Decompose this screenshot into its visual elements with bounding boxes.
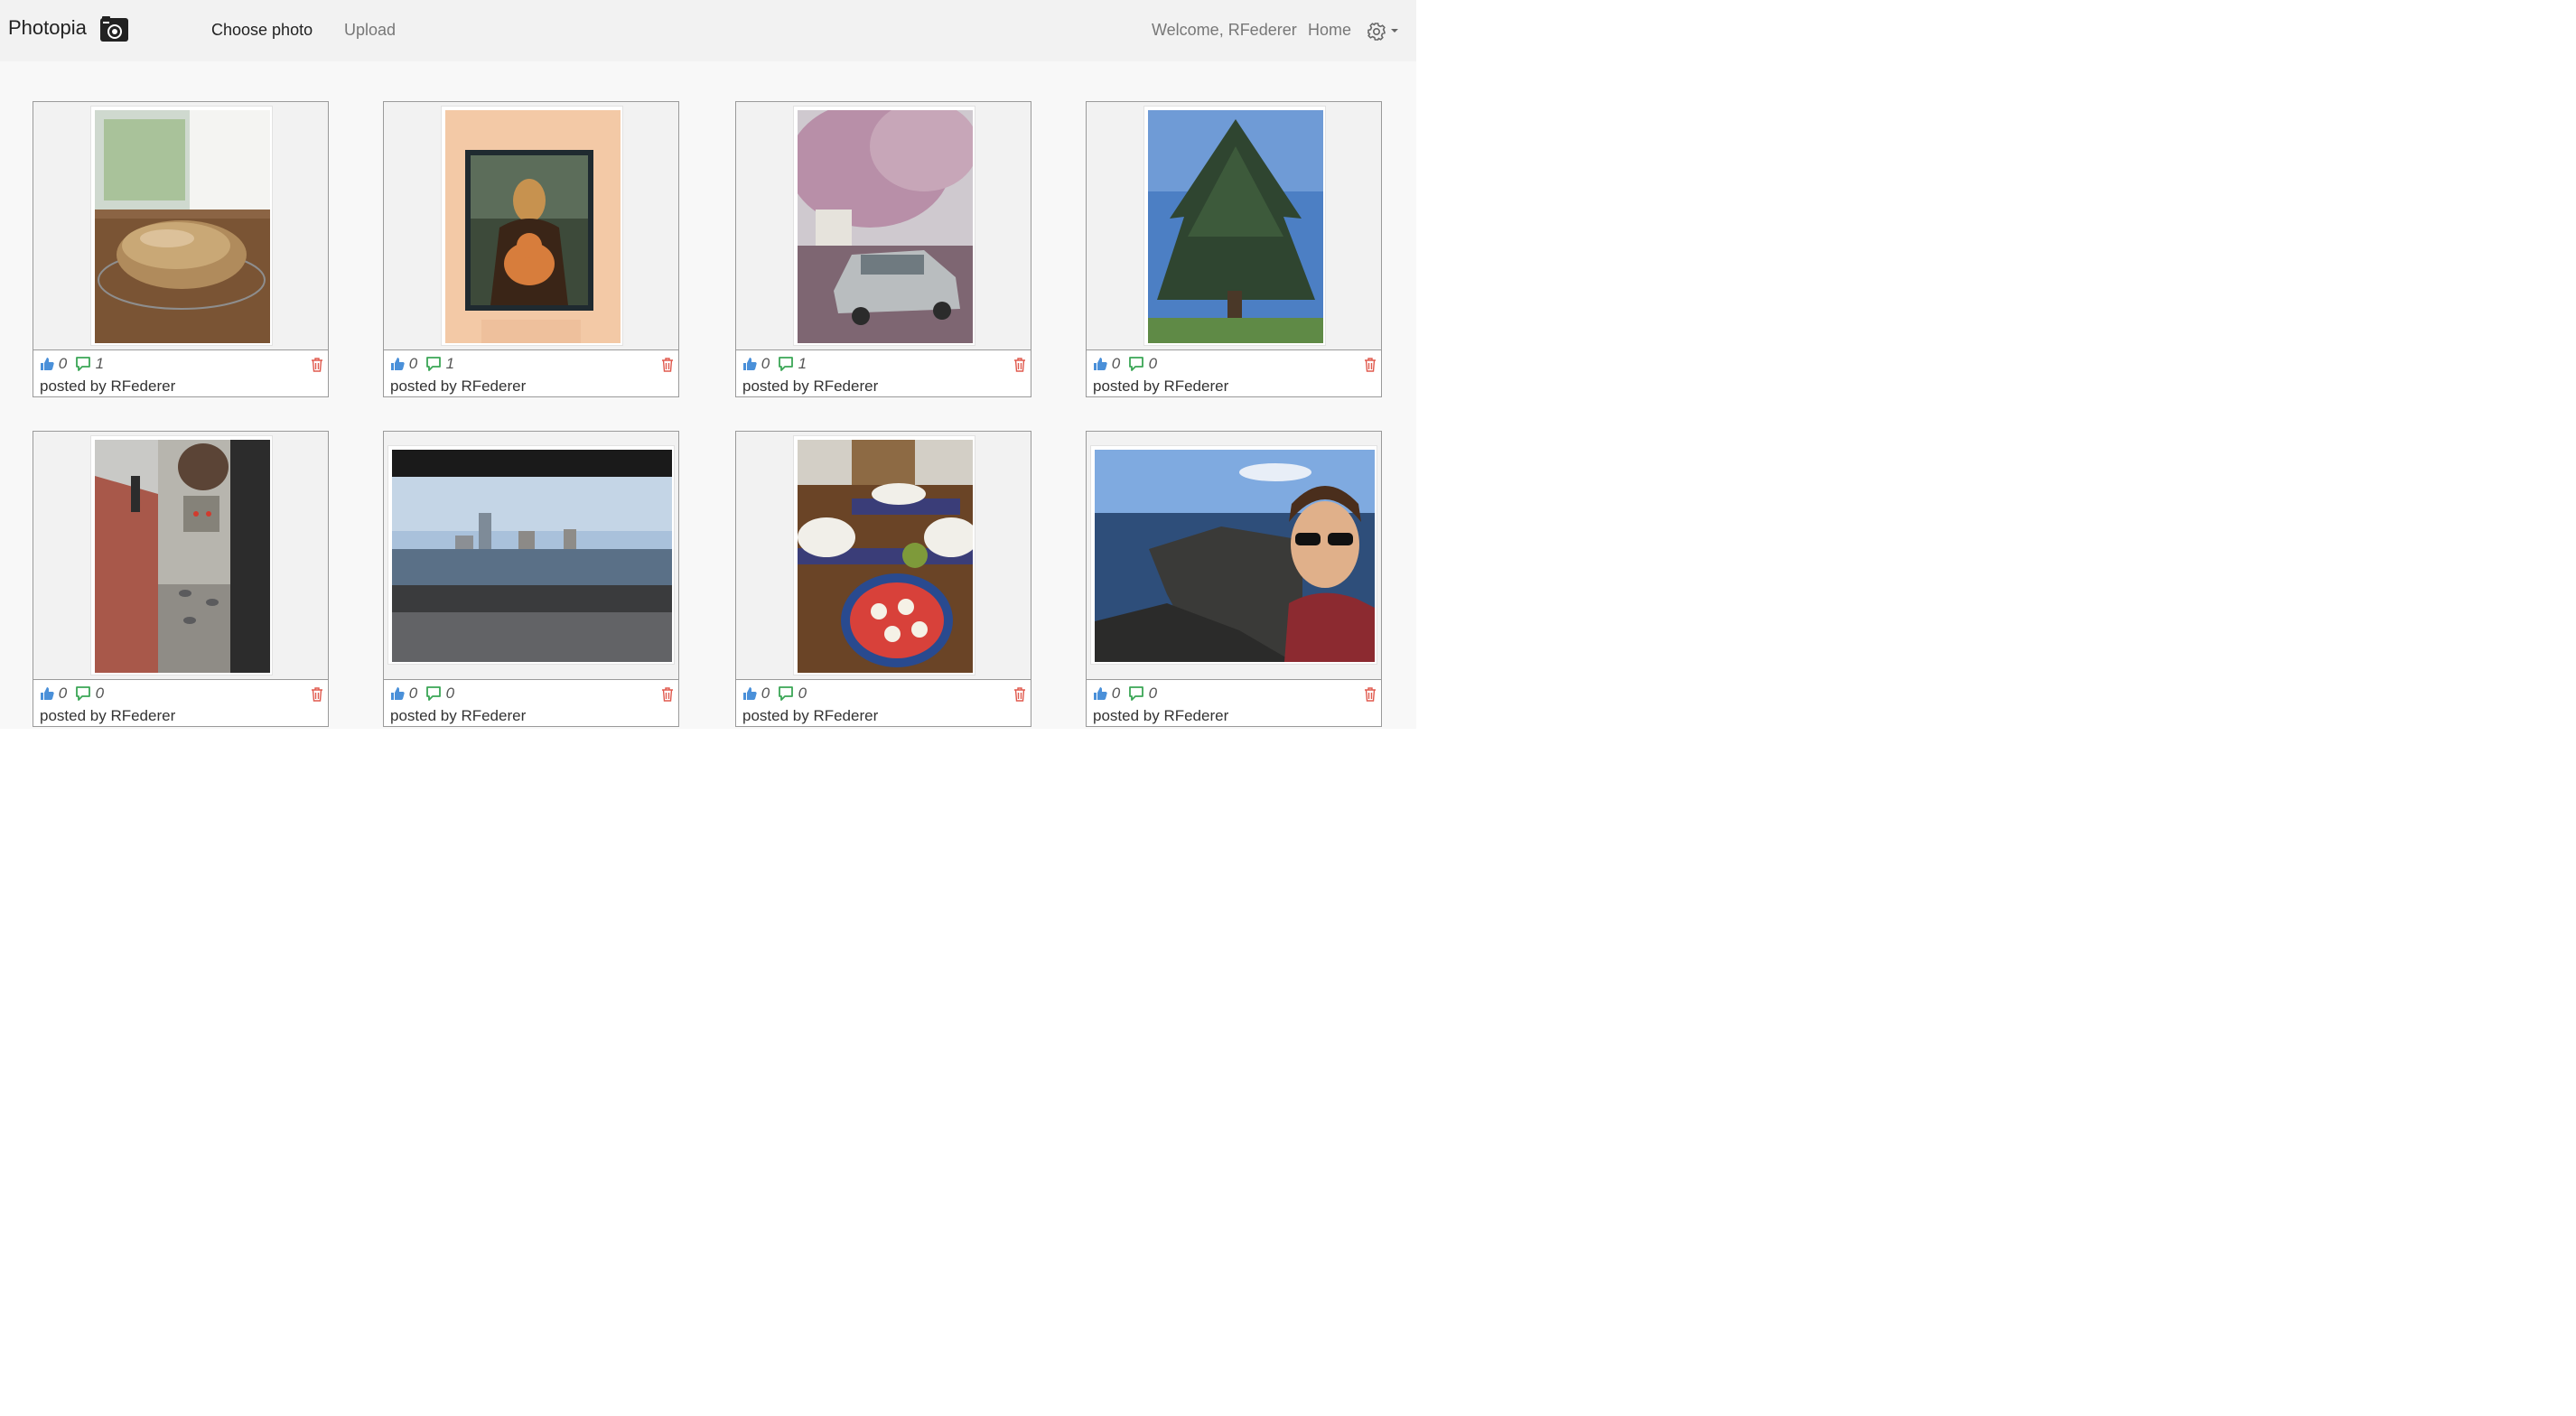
photo-grid: 0 1 posted by RFederer 0 1 posted by RFe… xyxy=(0,61,1416,729)
photo-thumbnail[interactable] xyxy=(1143,106,1326,346)
photo-card: 0 0 posted by RFederer xyxy=(1086,101,1382,397)
trash-icon[interactable] xyxy=(1013,687,1026,706)
like-count: 0 xyxy=(58,355,68,372)
comment-count: 1 xyxy=(95,355,105,372)
welcome-text: Welcome, RFederer xyxy=(1152,21,1297,39)
comment-count: 0 xyxy=(95,685,105,702)
photo-area xyxy=(33,102,328,350)
comment-icon[interactable] xyxy=(75,357,91,371)
photo-area xyxy=(736,432,1031,680)
like-count: 0 xyxy=(58,685,68,702)
comment-icon[interactable] xyxy=(1128,686,1144,701)
trash-icon[interactable] xyxy=(661,687,674,706)
photo-thumbnail[interactable] xyxy=(793,435,975,675)
post-stats: 0 0 xyxy=(1093,355,1161,373)
comment-icon[interactable] xyxy=(1128,357,1144,371)
comment-count: 0 xyxy=(1148,355,1158,372)
like-count: 0 xyxy=(761,355,770,372)
brand-name[interactable]: Photopia xyxy=(8,16,87,40)
trash-icon[interactable] xyxy=(311,358,323,377)
photo-card: 0 0 posted by RFederer xyxy=(1086,431,1382,727)
chevron-down-icon xyxy=(1391,29,1398,33)
thumbs-up-icon[interactable] xyxy=(390,686,405,701)
settings-dropdown[interactable] xyxy=(1366,20,1402,42)
thumbs-up-icon[interactable] xyxy=(1093,357,1107,371)
comment-icon[interactable] xyxy=(75,686,91,701)
posted-by: posted by RFederer xyxy=(390,377,527,395)
post-stats: 0 0 xyxy=(742,685,810,703)
trash-icon[interactable] xyxy=(1364,358,1377,377)
like-count: 0 xyxy=(1111,685,1121,702)
posted-by: posted by RFederer xyxy=(390,707,527,724)
thumbs-up-icon[interactable] xyxy=(390,357,405,371)
post-stats: 0 1 xyxy=(742,355,810,373)
like-count: 0 xyxy=(408,355,418,372)
photo-card: 0 1 posted by RFederer xyxy=(735,101,1031,397)
comment-icon[interactable] xyxy=(425,686,442,701)
trash-icon[interactable] xyxy=(311,687,323,706)
nav-choose-photo[interactable]: Choose photo xyxy=(211,21,313,40)
trash-icon[interactable] xyxy=(1364,687,1377,706)
photo-area xyxy=(384,102,678,350)
post-stats: 0 0 xyxy=(40,685,107,703)
trash-icon[interactable] xyxy=(661,358,674,377)
comment-count: 0 xyxy=(1148,685,1158,702)
comment-icon[interactable] xyxy=(425,357,442,371)
comment-icon[interactable] xyxy=(778,357,794,371)
comment-count: 1 xyxy=(445,355,455,372)
posted-by: posted by RFederer xyxy=(1093,377,1229,395)
thumbs-up-icon[interactable] xyxy=(742,357,757,371)
like-count: 0 xyxy=(1111,355,1121,372)
like-count: 0 xyxy=(761,685,770,702)
photo-thumbnail[interactable] xyxy=(793,106,975,346)
photo-area xyxy=(1087,102,1381,350)
photo-area xyxy=(736,102,1031,350)
thumbs-up-icon[interactable] xyxy=(40,357,54,371)
nav-home[interactable]: Home xyxy=(1308,21,1351,40)
posted-by: posted by RFederer xyxy=(40,707,176,724)
post-stats: 0 0 xyxy=(390,685,458,703)
photo-area xyxy=(33,432,328,680)
photo-thumbnail[interactable] xyxy=(1090,445,1377,665)
photo-thumbnail[interactable] xyxy=(90,435,273,675)
photo-card: 0 0 posted by RFederer xyxy=(383,431,679,727)
posted-by: posted by RFederer xyxy=(40,377,176,395)
comment-icon[interactable] xyxy=(778,686,794,701)
camera-icon[interactable] xyxy=(99,15,129,42)
photo-thumbnail[interactable] xyxy=(441,106,623,346)
posted-by: posted by RFederer xyxy=(742,707,879,724)
posted-by: posted by RFederer xyxy=(1093,707,1229,724)
top-navbar: Photopia Choose photo Upload Welcome, RF… xyxy=(0,0,1416,61)
photo-card: 0 0 posted by RFederer xyxy=(33,431,329,727)
thumbs-up-icon[interactable] xyxy=(1093,686,1107,701)
photo-thumbnail[interactable] xyxy=(387,445,675,665)
photo-card: 0 0 posted by RFederer xyxy=(735,431,1031,727)
comment-count: 0 xyxy=(445,685,455,702)
gear-icon xyxy=(1367,23,1398,41)
trash-icon[interactable] xyxy=(1013,358,1026,377)
thumbs-up-icon[interactable] xyxy=(742,686,757,701)
post-stats: 0 1 xyxy=(40,355,107,373)
nav-upload[interactable]: Upload xyxy=(344,21,396,40)
comment-count: 0 xyxy=(798,685,807,702)
comment-count: 1 xyxy=(798,355,807,372)
photo-card: 0 1 posted by RFederer xyxy=(33,101,329,397)
thumbs-up-icon[interactable] xyxy=(40,686,54,701)
photo-area xyxy=(1087,432,1381,680)
photo-thumbnail[interactable] xyxy=(90,106,273,346)
like-count: 0 xyxy=(408,685,418,702)
photo-area xyxy=(384,432,678,680)
photo-card: 0 1 posted by RFederer xyxy=(383,101,679,397)
post-stats: 0 1 xyxy=(390,355,458,373)
post-stats: 0 0 xyxy=(1093,685,1161,703)
posted-by: posted by RFederer xyxy=(742,377,879,395)
